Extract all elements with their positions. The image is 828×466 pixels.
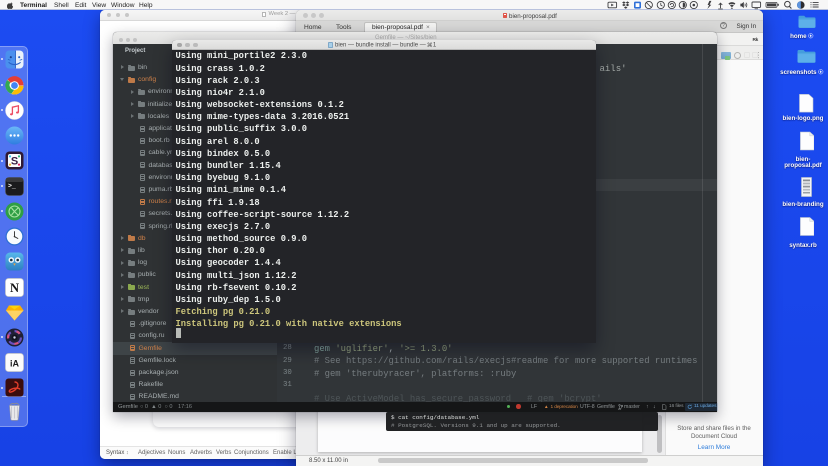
svg-text:N: N <box>10 281 19 295</box>
svg-text:S: S <box>11 156 18 168</box>
svg-text:>_: >_ <box>8 182 16 189</box>
svg-text:iA: iA <box>10 359 20 369</box>
